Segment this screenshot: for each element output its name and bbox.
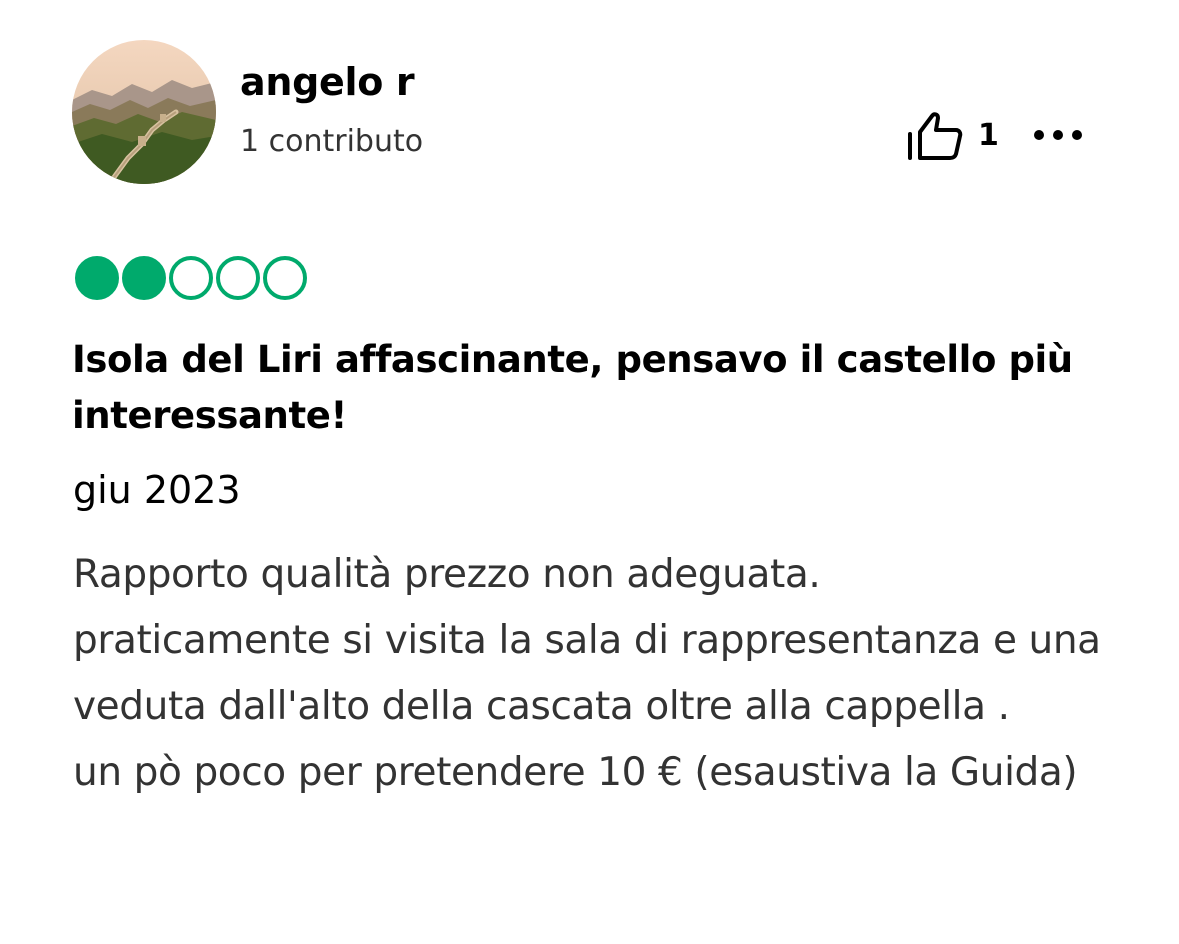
- avatar-landscape-image: [72, 40, 216, 184]
- more-options-icon: [1034, 130, 1082, 140]
- bubble-rating: [75, 256, 307, 300]
- rating-bubble: [216, 256, 260, 300]
- contribution-count: 1 contributo: [240, 124, 424, 159]
- rating-bubble: [122, 256, 166, 300]
- review-date: giu 2023: [73, 468, 241, 512]
- thumbs-up-icon: [904, 110, 966, 162]
- review-card: angelo r 1 contributo 1 Isola del Liri a…: [0, 0, 1179, 944]
- helpful-vote-button[interactable]: 1: [904, 110, 999, 162]
- review-body: Rapporto qualità prezzo non adeguata. pr…: [73, 552, 1101, 795]
- more-options-button[interactable]: [1030, 120, 1086, 150]
- user-name[interactable]: angelo r: [240, 60, 415, 106]
- review-title[interactable]: Isola del Liri affascinante, pensavo il …: [72, 332, 1082, 444]
- rating-bubble: [75, 256, 119, 300]
- rating-bubble: [169, 256, 213, 300]
- avatar[interactable]: [72, 40, 216, 184]
- rating-bubble: [263, 256, 307, 300]
- helpful-count: 1: [978, 118, 999, 153]
